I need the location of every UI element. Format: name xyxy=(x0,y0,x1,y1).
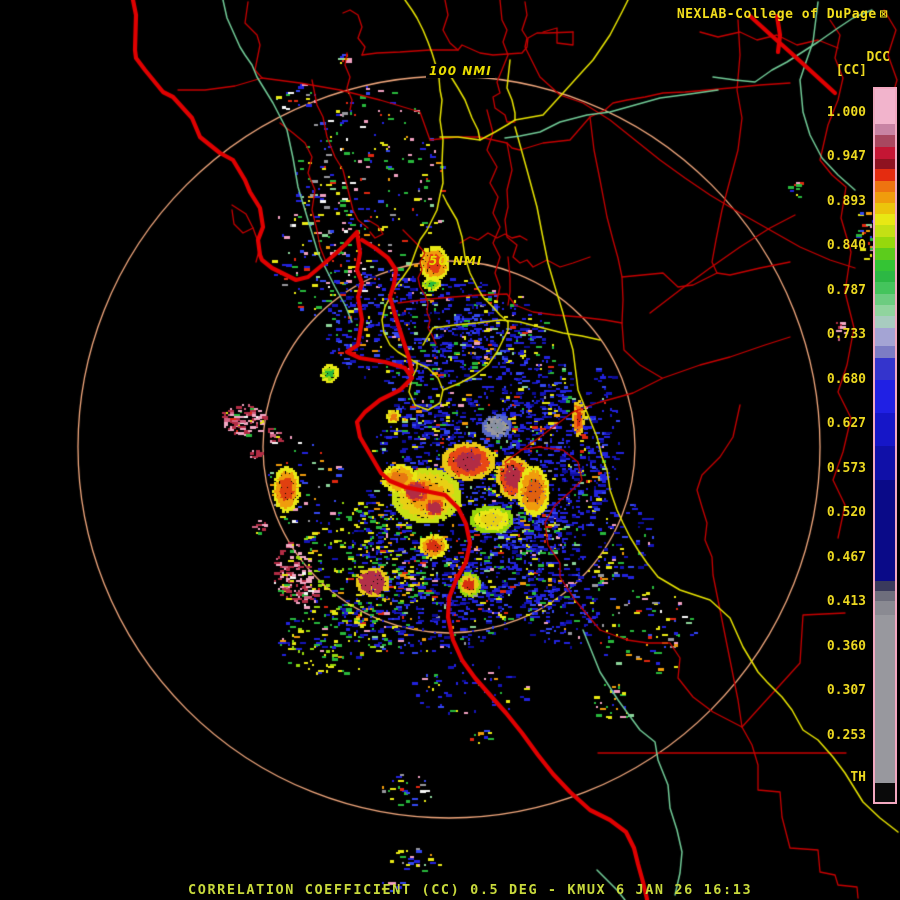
colorbar-segment xyxy=(875,316,895,328)
colorbar-tick-label: 0.467 xyxy=(826,549,866,565)
colorbar-tick-label: 0.307 xyxy=(826,683,866,698)
colorbar-segment xyxy=(875,783,895,802)
colorbar-segment xyxy=(875,601,895,615)
colorbar-segment xyxy=(875,237,895,248)
colorbar-segment xyxy=(875,413,895,446)
colorbar-segment xyxy=(875,225,895,237)
colorbar-tick-label: 0.840 xyxy=(826,238,866,253)
colorbar-segment xyxy=(875,380,895,413)
colorbar-segment xyxy=(875,169,895,181)
colorbar-tick-label: 0.787 xyxy=(826,282,866,298)
title-logo-icon: ⊠ xyxy=(879,7,888,22)
colorbar xyxy=(873,87,897,804)
threshold-label: TH xyxy=(850,770,866,785)
page-title: NEXLAB-College of DuPage ⊠ xyxy=(677,7,888,22)
colorbar-tick-label: 0.733 xyxy=(826,327,866,342)
product-code-label: DCC xyxy=(866,50,890,65)
colorbar-tick-label: 0.413 xyxy=(826,594,866,609)
radar-app: NEXLAB-College of DuPage ⊠ DCC [CC] 1.000… xyxy=(0,0,900,900)
units-label: [CC] xyxy=(835,63,867,78)
colorbar-segment xyxy=(875,124,895,135)
colorbar-segment xyxy=(875,346,895,358)
colorbar-tick-label: 0.680 xyxy=(826,371,866,387)
colorbar-segment xyxy=(875,615,895,783)
colorbar-segment xyxy=(875,358,895,380)
colorbar-segment xyxy=(875,446,895,480)
colorbar-segment xyxy=(875,260,895,271)
colorbar-segment xyxy=(875,135,895,147)
colorbar-segment xyxy=(875,159,895,169)
colorbar-segment xyxy=(875,181,895,192)
colorbar-segment xyxy=(875,203,895,214)
colorbar-tick-label: 0.520 xyxy=(826,505,866,520)
colorbar-segment xyxy=(875,89,895,124)
colorbar-tick-label: 0.573 xyxy=(826,460,866,476)
colorbar-tick-label: 1.000 xyxy=(826,104,866,120)
radar-display-canvas xyxy=(0,0,900,900)
colorbar-tick-label: 0.360 xyxy=(826,638,866,654)
colorbar-segment xyxy=(875,591,895,601)
colorbar-segments xyxy=(875,89,895,802)
colorbar-segment xyxy=(875,248,895,260)
colorbar-tick-label: 0.253 xyxy=(826,727,866,743)
colorbar-segment xyxy=(875,581,895,591)
outer-ring-label: 100 NMI xyxy=(426,64,495,78)
colorbar-segment xyxy=(875,271,895,282)
colorbar-segment xyxy=(875,328,895,346)
colorbar-tick-label: 0.947 xyxy=(826,149,866,164)
colorbar-segment xyxy=(875,294,895,305)
title-text: NEXLAB-College of DuPage xyxy=(676,7,877,22)
product-caption: CORRELATION COEFFICIENT (CC) 0.5 DEG - K… xyxy=(188,882,753,898)
colorbar-segment xyxy=(875,282,895,294)
colorbar-segment xyxy=(875,480,895,581)
colorbar-segment xyxy=(875,305,895,316)
colorbar-tick-label: 0.893 xyxy=(826,193,866,209)
colorbar-tick-label: 0.627 xyxy=(826,416,866,431)
inner-ring-label: 50 NMI xyxy=(429,254,483,268)
colorbar-segment xyxy=(875,192,895,203)
colorbar-segment xyxy=(875,147,895,159)
colorbar-segment xyxy=(875,214,895,225)
